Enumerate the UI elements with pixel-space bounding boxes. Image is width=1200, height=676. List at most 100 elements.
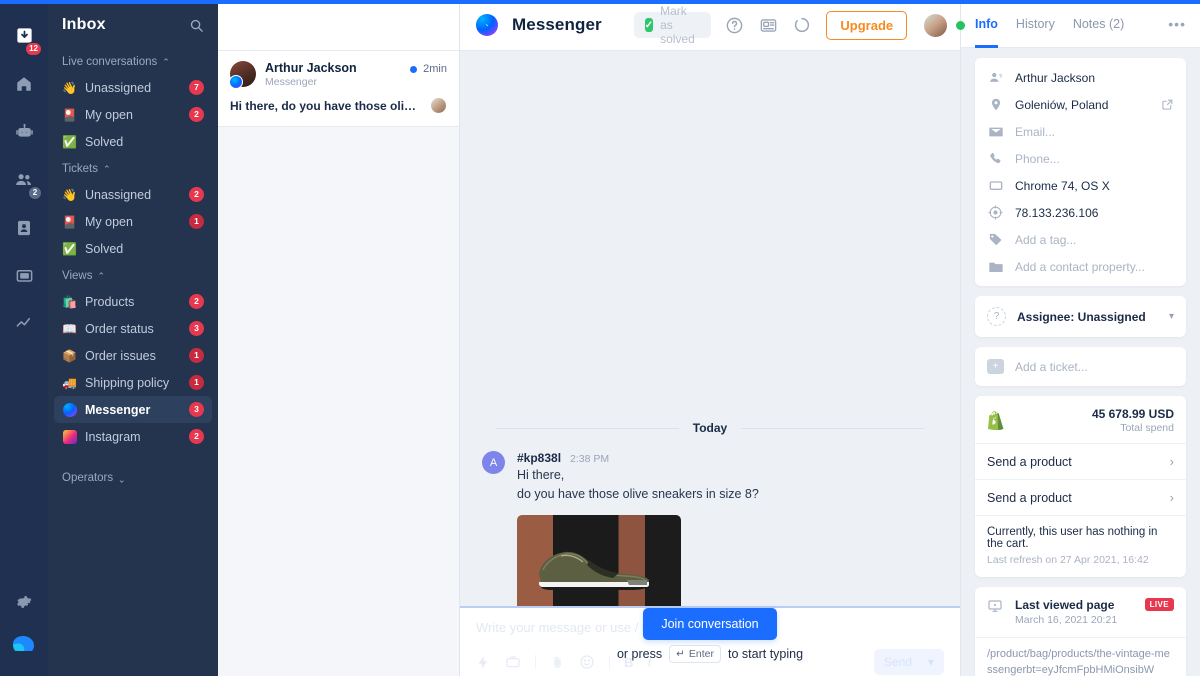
more-options-icon[interactable]: ••• — [1168, 16, 1186, 32]
chevron-up-icon: ⌃ — [162, 56, 170, 67]
external-link-icon[interactable] — [1161, 98, 1174, 111]
user-icon — [987, 70, 1004, 85]
enter-key-label: Enter — [688, 648, 715, 660]
contact-row-property[interactable]: Add a contact property... — [975, 253, 1186, 280]
avatar — [922, 11, 950, 39]
chevron-down-icon[interactable]: ▾ — [1169, 311, 1174, 322]
sidebar-item-label: Shipping policy — [85, 375, 170, 390]
details-content: Arthur Jackson Goleniów, Poland Email...… — [961, 48, 1200, 676]
conversation-name: Arthur Jackson — [265, 61, 357, 75]
chatbot-icon — [15, 122, 34, 146]
sidebar-item-shipping-policy[interactable]: 🚚 Shipping policy 1 — [54, 369, 212, 396]
check-mark-icon: ✅ — [62, 241, 77, 256]
wave-hand-icon: 👋 — [62, 187, 77, 202]
tab-notes[interactable]: Notes (2) — [1073, 0, 1124, 48]
sidebar-group-live-conversations[interactable]: Live conversations ⌃ — [48, 48, 218, 74]
cart-note: Currently, this user has nothing in the … — [987, 526, 1158, 550]
sidebar-item-tickets-my-open[interactable]: 🎴 My open 1 — [54, 208, 212, 235]
rail-item-analytics[interactable] — [0, 302, 48, 350]
contact-row-phone[interactable]: Phone... — [975, 145, 1186, 172]
conversation-list-item[interactable]: Arthur Jackson Messenger 2min Hi there, … — [218, 51, 459, 127]
avatar — [229, 61, 256, 89]
assignee-card[interactable]: ? Assignee: Unassigned ▾ — [975, 296, 1186, 337]
rail-item-settings[interactable] — [0, 580, 48, 628]
add-ticket-row[interactable]: + Add a ticket... — [975, 347, 1186, 386]
sidebar-item-live-my-open[interactable]: 🎴 My open 2 — [54, 101, 212, 128]
send-product-row-2[interactable]: Send a product › — [975, 480, 1186, 516]
add-ticket-card[interactable]: + Add a ticket... — [975, 347, 1186, 386]
last-viewed-text: Last viewed page March 16, 2021 20:21 — [1015, 598, 1117, 626]
sidebar-group-label: Operators — [62, 472, 114, 484]
sidebar-group-operators[interactable]: Operators ⌃ — [48, 450, 218, 490]
chevron-up-icon: ⌃ — [103, 163, 111, 174]
contact-row-email[interactable]: Email... — [975, 118, 1186, 145]
last-viewed-url[interactable]: /product/bag/products/the-vintage-messen… — [975, 638, 1186, 676]
press-enter-hint: or press ↵ Enter to start typing — [460, 645, 960, 663]
contact-row-location[interactable]: Goleniów, Poland — [975, 91, 1186, 118]
shopify-card: 45 678.99 USD Total spend Send a product… — [975, 396, 1186, 577]
last-viewed-date: March 16, 2021 20:21 — [1015, 614, 1118, 626]
total-spend-block: 45 678.99 USD Total spend — [1092, 407, 1174, 434]
mark-as-solved-button[interactable]: ✓ Mark as solved — [633, 4, 712, 46]
sidebar-item-tickets-unassigned[interactable]: 👋 Unassigned 2 — [54, 181, 212, 208]
enter-arrow-icon: ↵ — [676, 648, 685, 660]
sidebar-item-live-unassigned[interactable]: 👋 Unassigned 7 — [54, 74, 212, 101]
rail-badge-visitors: 2 — [28, 186, 42, 200]
contact-browser: Chrome 74, OS X — [1015, 178, 1110, 193]
help-icon[interactable] — [725, 16, 744, 35]
contact-location: Goleniów, Poland — [1015, 97, 1109, 112]
tab-info[interactable]: Info — [975, 0, 998, 48]
sidebar-item-order-issues[interactable]: 📦 Order issues 1 — [54, 342, 212, 369]
search-icon[interactable] — [189, 18, 204, 33]
sidebar-item-count: 2 — [189, 429, 204, 444]
gear-icon — [15, 593, 33, 616]
contact-row-ip: 78.133.236.106 — [975, 199, 1186, 226]
rail-item-brand-logo[interactable] — [0, 628, 48, 676]
chevron-down-icon: ⌃ — [118, 473, 126, 484]
sidebar-group-views[interactable]: Views ⌃ — [48, 262, 218, 288]
cards-icon: 🎴 — [62, 214, 77, 229]
tab-history[interactable]: History — [1016, 0, 1055, 48]
total-spend-value: 45 678.99 USD — [1091, 407, 1174, 421]
sidebar-item-count: 3 — [189, 402, 204, 417]
contact-row-name[interactable]: Arthur Jackson — [975, 64, 1186, 91]
sidebar-item-order-status[interactable]: 📖 Order status 3 — [54, 315, 212, 342]
status-ring-icon[interactable] — [793, 16, 811, 34]
rail-item-inbox[interactable]: 12 — [0, 14, 48, 62]
upgrade-button[interactable]: Upgrade — [826, 10, 908, 40]
monitor-icon — [987, 598, 1004, 614]
sidebar-item-tickets-solved[interactable]: ✅ Solved — [54, 235, 212, 262]
sidebar-group-tickets[interactable]: Tickets ⌃ — [48, 155, 218, 181]
conversation-status: 2min — [410, 61, 447, 75]
assignee-row[interactable]: ? Assignee: Unassigned ▾ — [975, 296, 1186, 337]
sidebar-item-messenger[interactable]: Messenger 3 — [54, 396, 212, 423]
enter-key-badge: ↵ Enter — [669, 645, 722, 663]
rail-item-contacts[interactable] — [0, 206, 48, 254]
rail-item-visitors[interactable]: 2 — [0, 158, 48, 206]
analytics-icon — [15, 314, 34, 338]
or-press-label: or press — [616, 647, 663, 661]
agent-avatar-wrap[interactable] — [922, 11, 966, 39]
sidebar-item-instagram[interactable]: Instagram 2 — [54, 423, 212, 450]
send-product-row-1[interactable]: Send a product › — [975, 444, 1186, 480]
sidebar-header: Inbox — [48, 8, 218, 48]
rail-item-campaigns[interactable] — [0, 254, 48, 302]
icon-rail: 12 2 — [0, 0, 48, 676]
sidebar-item-count: 7 — [189, 80, 204, 95]
rail-item-chatbot[interactable] — [0, 110, 48, 158]
contacts-icon — [15, 219, 33, 242]
sidebar: Inbox Live conversations ⌃ 👋 Unassigned … — [48, 0, 218, 676]
join-conversation-button[interactable]: Join conversation — [643, 608, 777, 640]
last-viewed-title: Last viewed page — [1015, 598, 1115, 612]
message-image[interactable] — [517, 514, 681, 606]
contact-row-tag[interactable]: Add a tag... — [975, 226, 1186, 253]
sidebar-item-live-solved[interactable]: ✅ Solved — [54, 128, 212, 155]
rail-item-home[interactable] — [0, 62, 48, 110]
truck-icon: 🚚 — [62, 375, 77, 390]
tag-icon — [987, 232, 1004, 247]
question-avatar-icon: ? — [987, 307, 1006, 326]
separator-line-left — [496, 427, 679, 429]
news-icon[interactable] — [759, 16, 778, 35]
sidebar-item-count: 2 — [189, 294, 204, 309]
sidebar-item-products[interactable]: 🛍️ Products 2 — [54, 288, 212, 315]
